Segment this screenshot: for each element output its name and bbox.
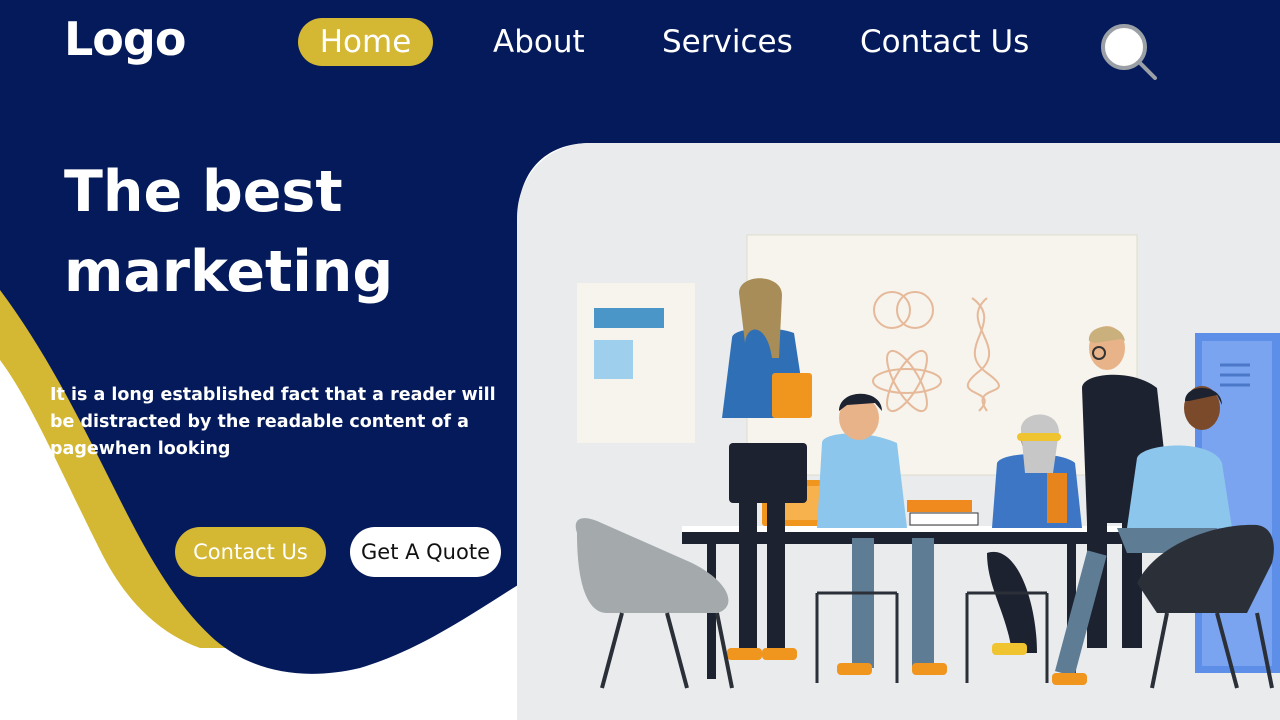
hero-description: It is a long established fact that a rea… (50, 385, 496, 459)
nav-contact-us[interactable]: Contact Us (860, 18, 1029, 66)
get-a-quote-button[interactable]: Get A Quote (350, 527, 501, 577)
nav-about[interactable]: About (493, 18, 585, 66)
poster-square (594, 340, 633, 379)
search-icon[interactable] (1098, 22, 1158, 80)
nav-services[interactable]: Services (662, 18, 793, 66)
hero-headline: The best marketing (64, 159, 394, 305)
poster-bar (594, 308, 664, 328)
whiteboard (746, 234, 1138, 476)
logo[interactable]: Logo (64, 12, 186, 66)
team-meeting-illustration (517, 143, 1280, 720)
nav-home[interactable]: Home (298, 18, 433, 66)
contact-us-button[interactable]: Contact Us (175, 527, 326, 577)
